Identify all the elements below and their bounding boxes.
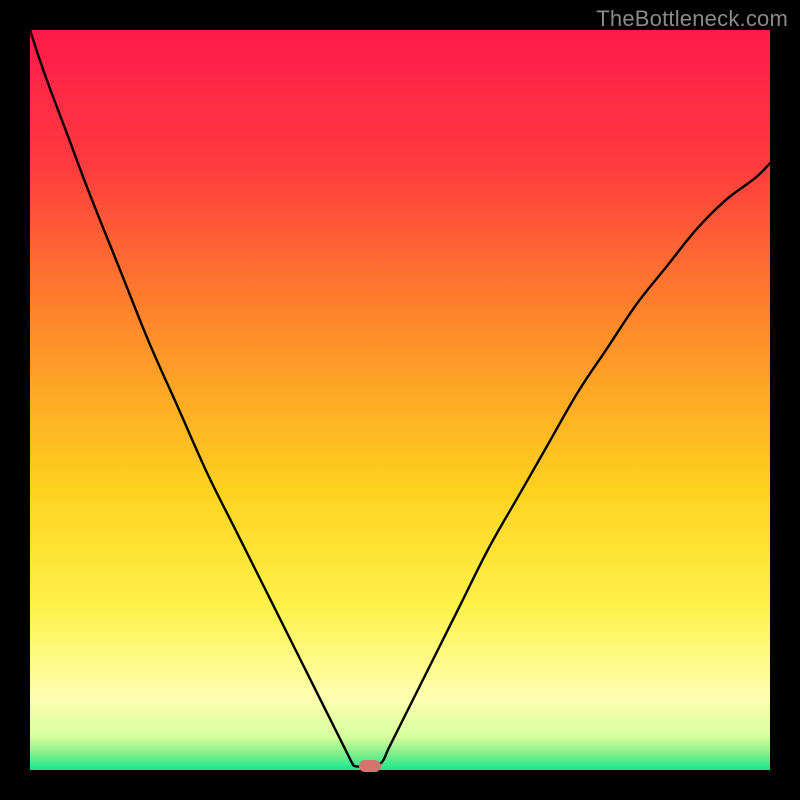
watermark-text: TheBottleneck.com <box>596 6 788 32</box>
minimum-marker <box>359 760 381 772</box>
chart-frame: TheBottleneck.com <box>0 0 800 800</box>
gradient-background <box>30 30 770 770</box>
plot-area <box>30 30 770 770</box>
chart-canvas <box>30 30 770 770</box>
